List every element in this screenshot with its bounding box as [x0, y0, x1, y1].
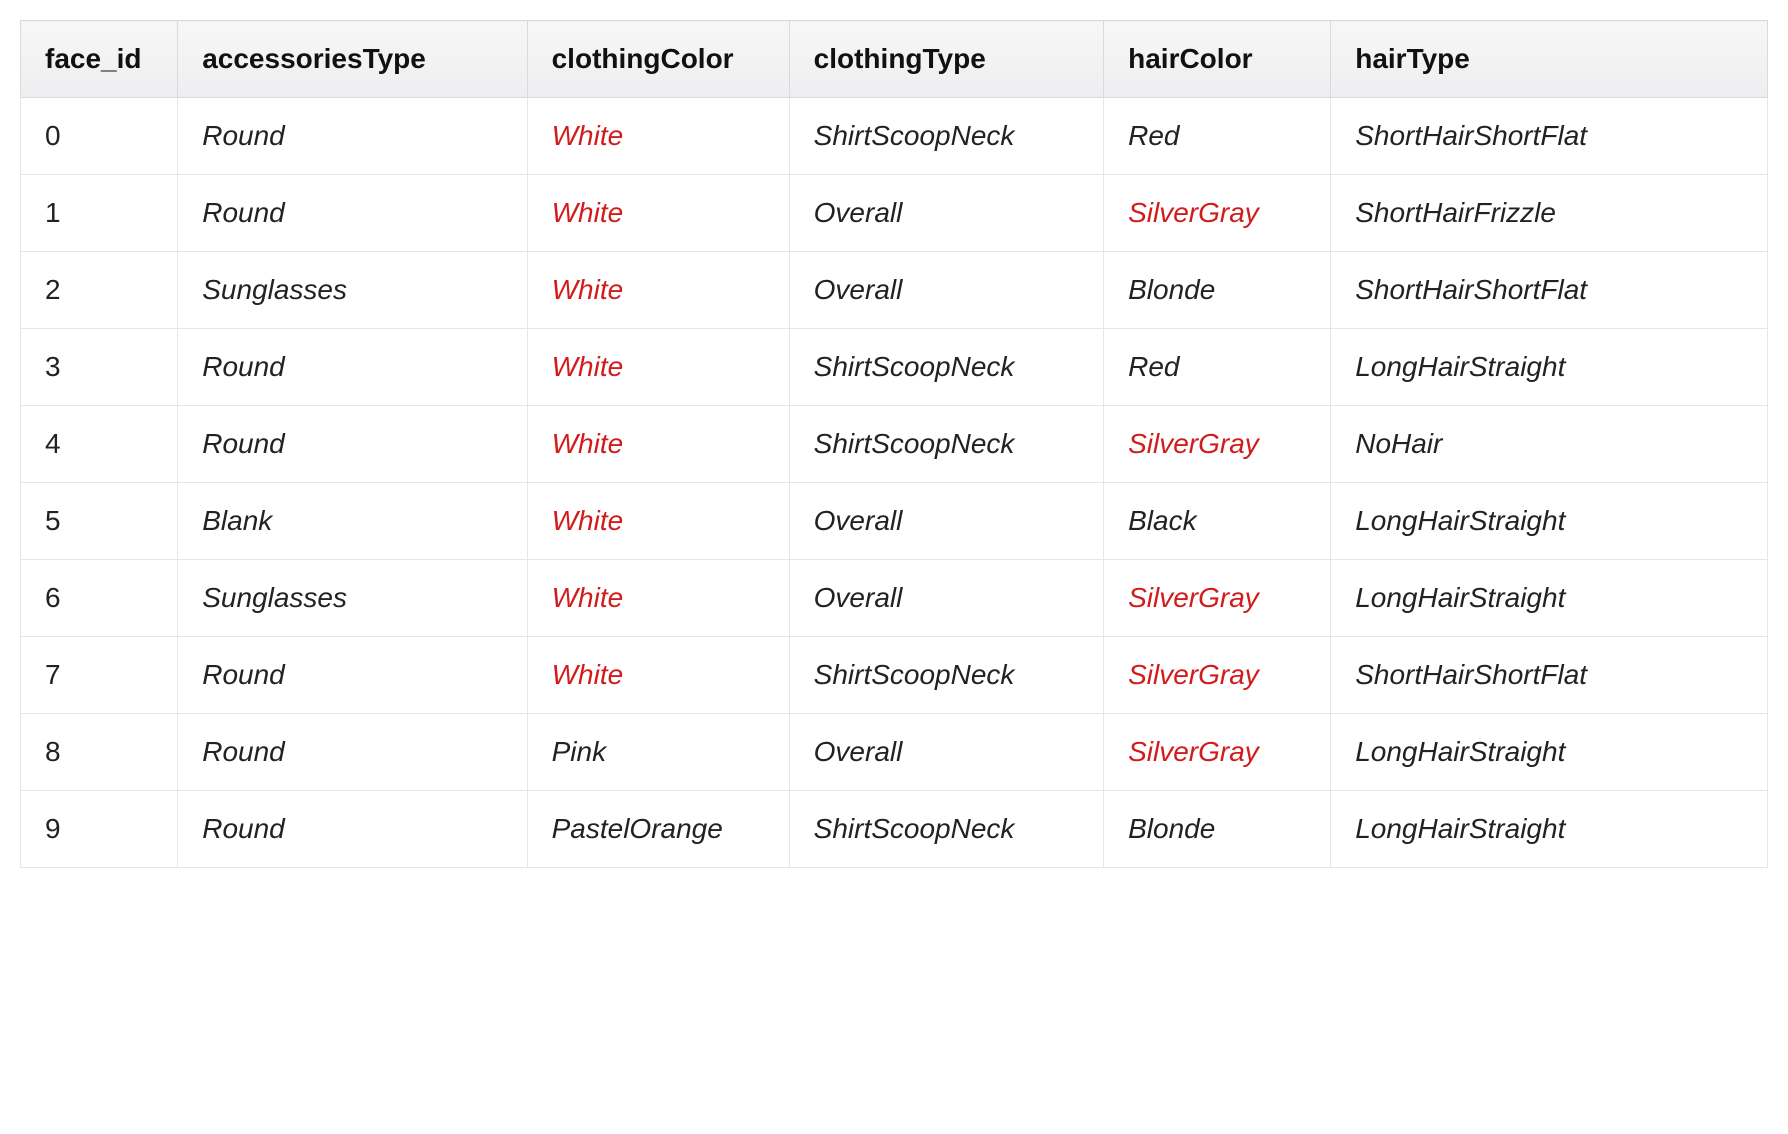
table-row: 5BlankWhiteOverallBlackLongHairStraight: [21, 483, 1768, 560]
cell-hairType: LongHairStraight: [1331, 560, 1768, 637]
cell-hairColor: Blonde: [1104, 252, 1331, 329]
cell-clothingType: ShirtScoopNeck: [789, 637, 1103, 714]
cell-accessoriesType: Round: [178, 637, 527, 714]
cell-hairType: LongHairStraight: [1331, 329, 1768, 406]
cell-clothingType: Overall: [789, 252, 1103, 329]
cell-hairColor: SilverGray: [1104, 406, 1331, 483]
cell-accessoriesType: Sunglasses: [178, 252, 527, 329]
cell-face_id: 6: [21, 560, 178, 637]
col-header-face-id: face_id: [21, 21, 178, 98]
cell-hairType: LongHairStraight: [1331, 714, 1768, 791]
cell-face_id: 1: [21, 175, 178, 252]
cell-accessoriesType: Round: [178, 714, 527, 791]
cell-clothingColor: PastelOrange: [527, 791, 789, 868]
cell-accessoriesType: Round: [178, 791, 527, 868]
cell-hairType: LongHairStraight: [1331, 791, 1768, 868]
cell-hairColor: SilverGray: [1104, 637, 1331, 714]
col-header-hair-color: hairColor: [1104, 21, 1331, 98]
cell-hairColor: Blonde: [1104, 791, 1331, 868]
cell-clothingType: ShirtScoopNeck: [789, 791, 1103, 868]
col-header-clothing-type: clothingType: [789, 21, 1103, 98]
cell-hairType: ShortHairShortFlat: [1331, 98, 1768, 175]
cell-hairType: NoHair: [1331, 406, 1768, 483]
cell-clothingColor: White: [527, 175, 789, 252]
cell-clothingType: Overall: [789, 175, 1103, 252]
cell-face_id: 2: [21, 252, 178, 329]
cell-accessoriesType: Round: [178, 175, 527, 252]
col-header-hair-type: hairType: [1331, 21, 1768, 98]
data-table: face_id accessoriesType clothingColor cl…: [20, 20, 1768, 868]
cell-accessoriesType: Round: [178, 329, 527, 406]
cell-clothingColor: White: [527, 406, 789, 483]
cell-accessoriesType: Round: [178, 98, 527, 175]
cell-clothingType: ShirtScoopNeck: [789, 98, 1103, 175]
cell-face_id: 8: [21, 714, 178, 791]
cell-hairType: ShortHairShortFlat: [1331, 252, 1768, 329]
cell-clothingType: ShirtScoopNeck: [789, 329, 1103, 406]
cell-hairColor: SilverGray: [1104, 560, 1331, 637]
table-row: 1RoundWhiteOverallSilverGrayShortHairFri…: [21, 175, 1768, 252]
col-header-accessories-type: accessoriesType: [178, 21, 527, 98]
table-row: 2SunglassesWhiteOverallBlondeShortHairSh…: [21, 252, 1768, 329]
cell-face_id: 3: [21, 329, 178, 406]
cell-clothingType: Overall: [789, 560, 1103, 637]
cell-clothingColor: White: [527, 637, 789, 714]
cell-clothingColor: White: [527, 329, 789, 406]
cell-clothingColor: White: [527, 560, 789, 637]
cell-hairType: ShortHairShortFlat: [1331, 637, 1768, 714]
table-header-row: face_id accessoriesType clothingColor cl…: [21, 21, 1768, 98]
cell-accessoriesType: Round: [178, 406, 527, 483]
cell-face_id: 0: [21, 98, 178, 175]
cell-clothingColor: White: [527, 98, 789, 175]
table-row: 8RoundPinkOverallSilverGrayLongHairStrai…: [21, 714, 1768, 791]
cell-clothingType: ShirtScoopNeck: [789, 406, 1103, 483]
table-row: 6SunglassesWhiteOverallSilverGrayLongHai…: [21, 560, 1768, 637]
cell-face_id: 7: [21, 637, 178, 714]
table-row: 7RoundWhiteShirtScoopNeckSilverGrayShort…: [21, 637, 1768, 714]
cell-face_id: 5: [21, 483, 178, 560]
cell-clothingType: Overall: [789, 483, 1103, 560]
table-row: 0RoundWhiteShirtScoopNeckRedShortHairSho…: [21, 98, 1768, 175]
cell-hairColor: Red: [1104, 329, 1331, 406]
table-row: 3RoundWhiteShirtScoopNeckRedLongHairStra…: [21, 329, 1768, 406]
cell-clothingColor: White: [527, 252, 789, 329]
cell-face_id: 9: [21, 791, 178, 868]
cell-face_id: 4: [21, 406, 178, 483]
cell-hairColor: Black: [1104, 483, 1331, 560]
cell-hairType: ShortHairFrizzle: [1331, 175, 1768, 252]
cell-clothingType: Overall: [789, 714, 1103, 791]
cell-clothingColor: Pink: [527, 714, 789, 791]
cell-hairColor: SilverGray: [1104, 714, 1331, 791]
cell-accessoriesType: Blank: [178, 483, 527, 560]
cell-clothingColor: White: [527, 483, 789, 560]
cell-hairType: LongHairStraight: [1331, 483, 1768, 560]
table-row: 9RoundPastelOrangeShirtScoopNeckBlondeLo…: [21, 791, 1768, 868]
cell-hairColor: SilverGray: [1104, 175, 1331, 252]
cell-accessoriesType: Sunglasses: [178, 560, 527, 637]
table-row: 4RoundWhiteShirtScoopNeckSilverGrayNoHai…: [21, 406, 1768, 483]
cell-hairColor: Red: [1104, 98, 1331, 175]
col-header-clothing-color: clothingColor: [527, 21, 789, 98]
